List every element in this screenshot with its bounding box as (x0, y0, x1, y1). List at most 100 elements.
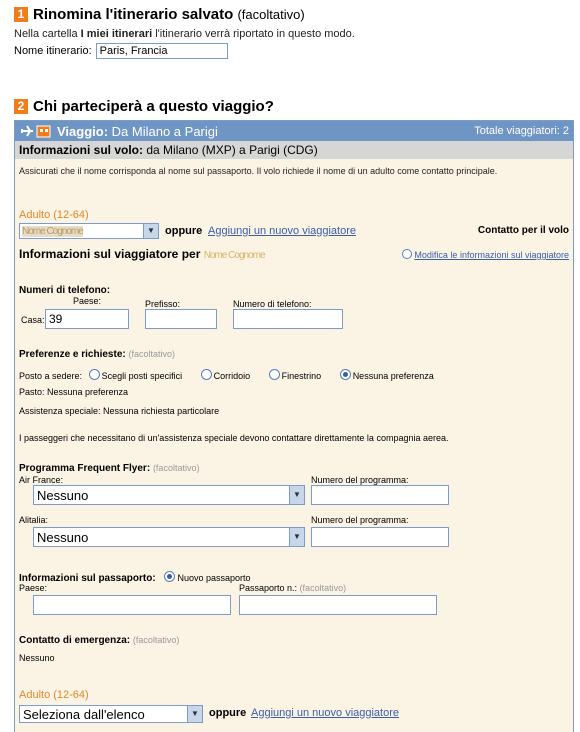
traveler-info-title: Informazioni sul viaggiatore per (19, 247, 201, 261)
emergency-optional: (facoltativo) (132, 635, 180, 645)
traveler2-add-link[interactable]: Aggiungi un nuovo viaggiatore (251, 707, 399, 719)
ff-alitalia-label: Alitalia: (19, 515, 49, 525)
phone-row-label: Casa: (21, 315, 45, 325)
desc-folder-name: I miei itinerari (80, 28, 153, 40)
rename-description: Nella cartella I miei itinerari l'itiner… (14, 28, 574, 40)
passport-number-label-wrap: Passaporto n.: (facoltativo) (239, 583, 346, 593)
seat-option-aisle[interactable]: Corridoio (200, 369, 251, 381)
trip-title: Viaggio: Da Milano a Parigi (57, 124, 218, 139)
desc-post: l'itinerario verrà riportato in questo m… (152, 28, 355, 40)
travelers-heading: 2 Chi parteciperà a questo viaggio? (14, 98, 274, 115)
radio-icon (88, 369, 100, 380)
traveler2-select-value: Seleziona dall'elenco (23, 706, 145, 722)
passport-notice: Assicurati che il nome corrisponda al no… (19, 166, 498, 176)
ff-heading: Programma Frequent Flyer: (facoltativo) (19, 463, 199, 474)
ff-alitalia-select[interactable]: Nessuno ▼ (33, 527, 305, 547)
ff-number-label-2: Numero del programma: (311, 515, 409, 525)
passport-number-input[interactable] (239, 595, 437, 615)
trip-panel: Viaggio: Da Milano a Parigi Totale viagg… (14, 120, 574, 732)
prefs-optional: (facoltativo) (128, 349, 176, 359)
ff-title: Programma Frequent Flyer: (19, 463, 151, 474)
flight-info-bar: Informazioni sul volo: da Milano (MXP) a… (15, 141, 573, 159)
desc-pre: Nella cartella (14, 28, 81, 40)
traveler-info-heading: Informazioni sul viaggiatore per Nome Co… (19, 247, 266, 261)
traveler1-select-value: Nome Cognome (22, 225, 84, 237)
total-travelers: Totale viaggiatori: 2 (474, 125, 569, 137)
edit-circle-icon (402, 249, 413, 259)
itinerary-name-row: Nome itinerario: (14, 43, 574, 59)
ff-airfrance-label: Air France: (19, 475, 64, 485)
travelers-title: Chi parteciperà a questo viaggio? (33, 98, 274, 115)
chevron-down-icon: ▼ (289, 486, 304, 504)
plane-hotel-icon (21, 125, 51, 138)
phone-col-prefix: Prefisso: (145, 299, 181, 309)
flight-info-label: Informazioni sul volo: (19, 143, 144, 157)
edit-traveler-link-wrap[interactable]: Modifica le informazioni sul viaggiatore (402, 249, 569, 260)
ff-alitalia-number-input[interactable] (311, 527, 449, 547)
flight-info-value: da Milano (MXP) a Parigi (CDG) (146, 143, 318, 157)
flight-contact-label: Contatto per il volo (477, 225, 569, 236)
phone-country-input[interactable]: 39 (45, 309, 129, 329)
rename-title: Rinomina l'itinerario salvato (33, 6, 234, 23)
step-number-1: 1 (14, 7, 28, 22)
seat-option-none[interactable]: Nessuna preferenza (339, 369, 434, 381)
seat-label: Posto a sedere: (19, 371, 83, 381)
traveler1-add-link[interactable]: Aggiungi un nuovo viaggiatore (208, 225, 356, 237)
emergency-title: Contatto di emergenza: (19, 635, 131, 646)
trip-destination: Da Milano a Parigi (111, 123, 218, 139)
traveler2-select[interactable]: Seleziona dall'elenco ▼ (19, 705, 203, 723)
traveler-info-name: Nome Cognome (203, 250, 266, 261)
prefs-heading: Preferenze e richieste: (facoltativo) (19, 349, 175, 360)
seat-option-specific[interactable]: Scegli posti specifici (88, 369, 183, 381)
ff-number-label-1: Numero del programma: (311, 475, 409, 485)
emergency-heading: Contatto di emergenza: (facoltativo) (19, 635, 179, 646)
passport-new-option[interactable]: Nuovo passaporto (164, 571, 251, 584)
ff-alitalia-value: Nessuno (37, 529, 89, 545)
phone-number-input[interactable] (233, 309, 343, 329)
seat-option-label: Corridoio (213, 371, 251, 381)
prefs-title: Preferenze e richieste: (19, 349, 126, 360)
ff-optional: (facoltativo) (152, 463, 200, 473)
ff-airfrance-select[interactable]: Nessuno ▼ (33, 485, 305, 505)
traveler1-oppure: oppure (165, 225, 203, 237)
passport-new-label: Nuovo passaporto (177, 573, 251, 583)
passport-heading: Informazioni sul passaporto: Nuovo passa… (19, 571, 251, 584)
passport-country-input[interactable] (33, 595, 231, 615)
phone-col-country: Paese: (73, 296, 102, 306)
passport-optional: (facoltativo) (299, 583, 347, 593)
ff-airfrance-value: Nessuno (37, 487, 89, 503)
radio-selected-icon (339, 369, 351, 380)
meal-preference: Pasto: Nessuna preferenza (19, 387, 129, 397)
passport-number-label: Passaporto n.: (239, 583, 298, 593)
assistance-note: I passeggeri che necessitano di un'assis… (19, 433, 449, 443)
chevron-down-icon: ▼ (289, 528, 304, 546)
seat-option-label: Finestrino (281, 371, 322, 381)
phone-prefix-input[interactable] (145, 309, 217, 329)
seat-option-window[interactable]: Finestrino (268, 369, 322, 381)
rename-heading: 1 Rinomina l'itinerario salvato (facoltat… (14, 6, 574, 23)
passport-country-label: Paese: (19, 583, 48, 593)
trip-panel-header: Viaggio: Da Milano a Parigi Totale viagg… (15, 121, 573, 141)
itinerary-name-label: Nome itinerario: (14, 45, 92, 57)
itinerary-name-input[interactable] (95, 43, 228, 59)
step-number-2: 2 (14, 99, 28, 114)
seat-row: Posto a sedere: Scegli posti specifici C… (19, 369, 434, 381)
emergency-value: Nessuno (19, 653, 55, 663)
traveler1-type: Adulto (12-64) (19, 209, 89, 221)
edit-traveler-link[interactable]: Modifica le informazioni sul viaggiatore (414, 250, 569, 260)
ff-airfrance-number-input[interactable] (311, 485, 449, 505)
special-assistance: Assistenza speciale: Nessuna richiesta p… (19, 406, 220, 416)
chevron-down-icon: ▼ (143, 224, 158, 238)
phone-col-number: Numero di telefono: (233, 299, 312, 309)
radio-icon (268, 369, 280, 380)
phones-title: Numeri di telefono: (19, 285, 111, 296)
rename-optional: (facoltativo) (237, 7, 305, 22)
radio-selected-icon (164, 571, 176, 582)
chevron-down-icon: ▼ (187, 706, 202, 722)
traveler1-select[interactable]: Nome Cognome ▼ (19, 223, 159, 239)
rename-section: 1 Rinomina l'itinerario salvato (facoltat… (14, 6, 574, 59)
trip-label: Viaggio: (57, 123, 109, 139)
seat-option-label: Nessuna preferenza (352, 371, 434, 381)
traveler2-type: Adulto (12-64) (19, 689, 89, 701)
seat-option-label: Scegli posti specifici (101, 371, 183, 381)
